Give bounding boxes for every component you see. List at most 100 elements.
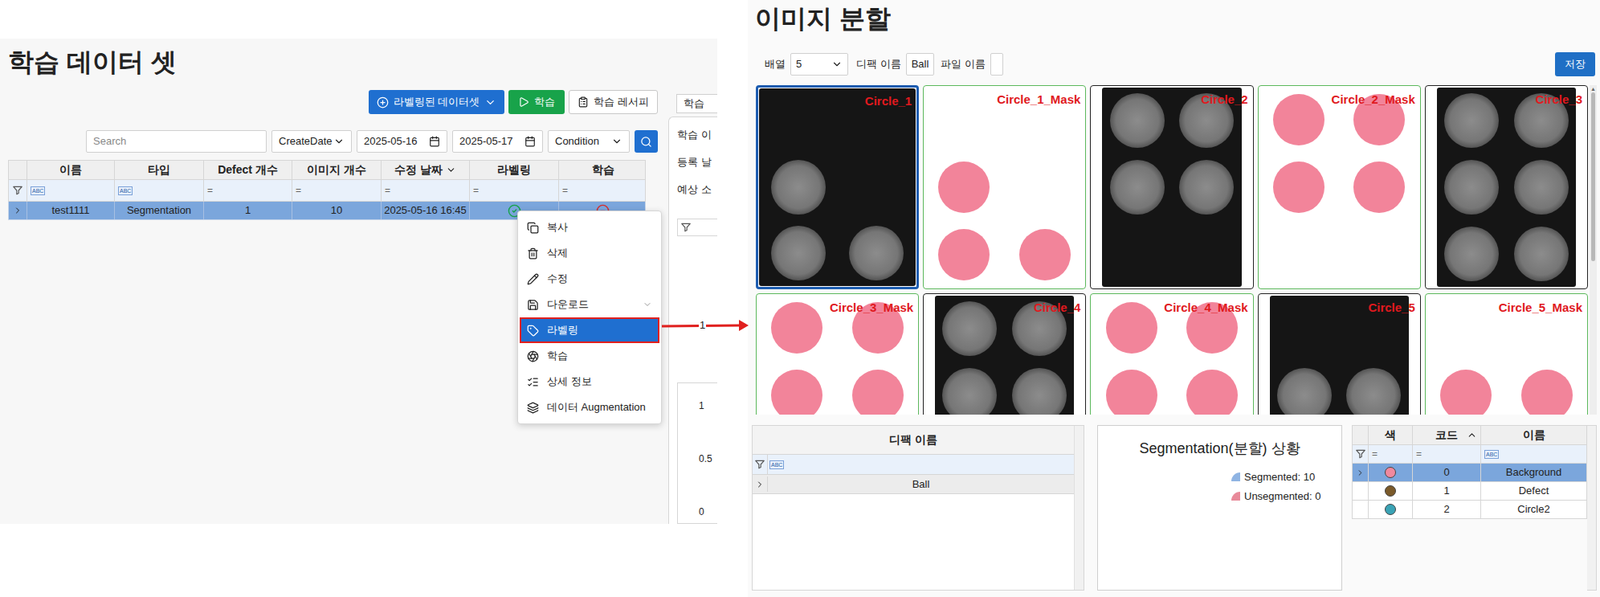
ball-spot (771, 159, 826, 215)
page-title: 이미지 분할 (747, 0, 1600, 36)
tile-label: Circle_1_Mask (996, 92, 1081, 107)
text-filter-mark: ABC (118, 186, 133, 196)
menu-item[interactable]: 상세 정보 (519, 368, 660, 395)
layout-select[interactable]: 5 (790, 53, 849, 76)
scroll-thumb[interactable] (1591, 92, 1596, 262)
mask-spot (1186, 369, 1238, 415)
scrollbar[interactable] (1073, 425, 1084, 590)
date-to[interactable]: 2025-05-17 (452, 130, 543, 153)
date-from[interactable]: 2025-05-16 (356, 130, 448, 153)
mask-spot (1019, 228, 1071, 281)
menu-item[interactable]: 학습 (519, 342, 660, 369)
column-header[interactable]: 학습 (558, 160, 647, 180)
filter-cell[interactable]: = (1367, 444, 1413, 463)
menu-item[interactable]: 라벨링 (519, 317, 660, 343)
filter-icon[interactable] (1355, 448, 1367, 460)
side-tab[interactable]: 학습 (676, 93, 718, 114)
menu-item[interactable]: 다운로드 (519, 291, 660, 318)
mask-spot (1353, 161, 1405, 213)
filter-cell[interactable]: = (203, 179, 292, 201)
column-header[interactable]: 색 (1367, 425, 1413, 445)
image-tile[interactable]: Circle_1 (755, 85, 919, 290)
image-tile[interactable]: Circle_5_Mask (1424, 293, 1588, 415)
filter-cell[interactable]: = (291, 179, 381, 201)
class-row[interactable]: 1Defect (1351, 481, 1588, 501)
tile-image (1436, 87, 1576, 287)
search-input[interactable]: Search (85, 130, 267, 153)
color-swatch (1384, 485, 1396, 497)
image-segmentation-page: 이미지 분할배열5디팩 이름Ball파일 이름저장Circle_1Circle_… (747, 0, 1600, 597)
class-row[interactable]: 2Circle2 (1351, 500, 1588, 519)
train-button[interactable]: 학습 (508, 89, 565, 115)
expand-icon[interactable] (755, 479, 765, 490)
page-title: 학습 데이터 셋 (8, 38, 658, 79)
filter-icon[interactable] (680, 221, 692, 233)
plus-icon (376, 96, 389, 109)
file-field[interactable] (990, 53, 1004, 76)
filter-cell[interactable]: = (469, 179, 559, 201)
current-row-icon (1355, 468, 1365, 478)
image-tile[interactable]: Circle_4 (922, 293, 1086, 415)
ball-spot (1277, 367, 1332, 415)
table-cell: test1111 (26, 201, 115, 220)
ball-spot (1514, 159, 1569, 215)
ball-spot (1444, 93, 1499, 148)
filter-cell[interactable]: = (380, 179, 470, 201)
expand-icon[interactable] (12, 205, 23, 216)
image-tile[interactable]: Circle_2_Mask (1257, 85, 1421, 290)
menu-item[interactable]: 수정 (519, 265, 660, 292)
filter-cell[interactable]: ABC (1480, 444, 1587, 463)
calendar-icon (524, 135, 536, 147)
menu-item[interactable]: 삭제 (519, 240, 660, 266)
tile-label: Circle_4 (1033, 300, 1081, 315)
table-row[interactable]: Ball (752, 474, 1074, 494)
column-header[interactable]: 라벨링 (469, 160, 559, 180)
image-tile[interactable]: Circle_4_Mask (1089, 293, 1254, 415)
tile-label: Circle_5_Mask (1498, 300, 1583, 315)
column-header[interactable]: 수정 날짜 (380, 160, 470, 180)
condition-select[interactable]: Condition (547, 130, 630, 153)
tile-label: Circle_3 (1535, 92, 1583, 107)
axis-tick: 1 (698, 399, 718, 413)
mask-spot (938, 228, 990, 281)
menu-item[interactable]: 복사 (519, 214, 660, 241)
copy-icon (526, 221, 539, 234)
labeled-dataset-button[interactable]: 라벨링된 데이터셋 (368, 89, 506, 115)
column-header[interactable]: 이미지 개수 (291, 160, 381, 180)
ball-spot (942, 367, 997, 415)
filter-cell[interactable]: ABC (114, 179, 204, 201)
sort-select[interactable]: CreateDate (271, 130, 352, 153)
image-tile[interactable]: Circle_1_Mask (922, 85, 1086, 290)
column-header[interactable]: 디팩 이름 (889, 431, 938, 449)
image-tile[interactable]: Circle_3 (1424, 85, 1588, 290)
defect-field[interactable]: Ball (906, 53, 935, 76)
filter-icon[interactable] (12, 184, 24, 196)
column-header[interactable]: 이름 (1480, 425, 1587, 445)
scrollbar[interactable]: ▲ (1589, 85, 1597, 415)
column-header[interactable]: Defect 개수 (203, 160, 292, 180)
dataset-page: 학습 데이터 셋라벨링된 데이터셋학습학습 레서피SearchCreateDat… (0, 0, 718, 597)
column-header[interactable]: 이름 (26, 160, 115, 180)
image-tile[interactable]: Circle_3_Mask (755, 293, 919, 415)
image-tile[interactable]: Circle_5 (1257, 293, 1421, 415)
mask-spot (1440, 369, 1492, 415)
tile-mask (923, 85, 1086, 289)
filter-cell[interactable]: ABC (26, 179, 115, 201)
play-icon (518, 96, 530, 108)
column-header[interactable]: 코드 (1412, 425, 1481, 445)
chart-title: Segmentation(분할) 상황 (1097, 438, 1342, 458)
sort-icon (1466, 429, 1478, 441)
class-row[interactable]: 0Background (1351, 463, 1588, 482)
image-tile[interactable]: Circle_2 (1089, 85, 1254, 290)
filter-cell[interactable]: = (1412, 444, 1481, 463)
menu-item[interactable]: 데이터 Augmentation (519, 394, 660, 421)
chart-legend: Segmented: 10Unsegmented: 0 (1097, 469, 1342, 504)
save-button[interactable]: 저장 (1555, 52, 1596, 77)
filter-icon[interactable] (754, 458, 766, 470)
side-chart: 10.50 (677, 382, 718, 524)
recipe-button[interactable]: 학습 레서피 (568, 89, 658, 115)
search-button[interactable] (634, 130, 658, 153)
scrollbar[interactable] (1587, 424, 1597, 591)
column-header[interactable]: 타입 (114, 160, 204, 180)
filter-cell[interactable]: = (558, 179, 647, 201)
